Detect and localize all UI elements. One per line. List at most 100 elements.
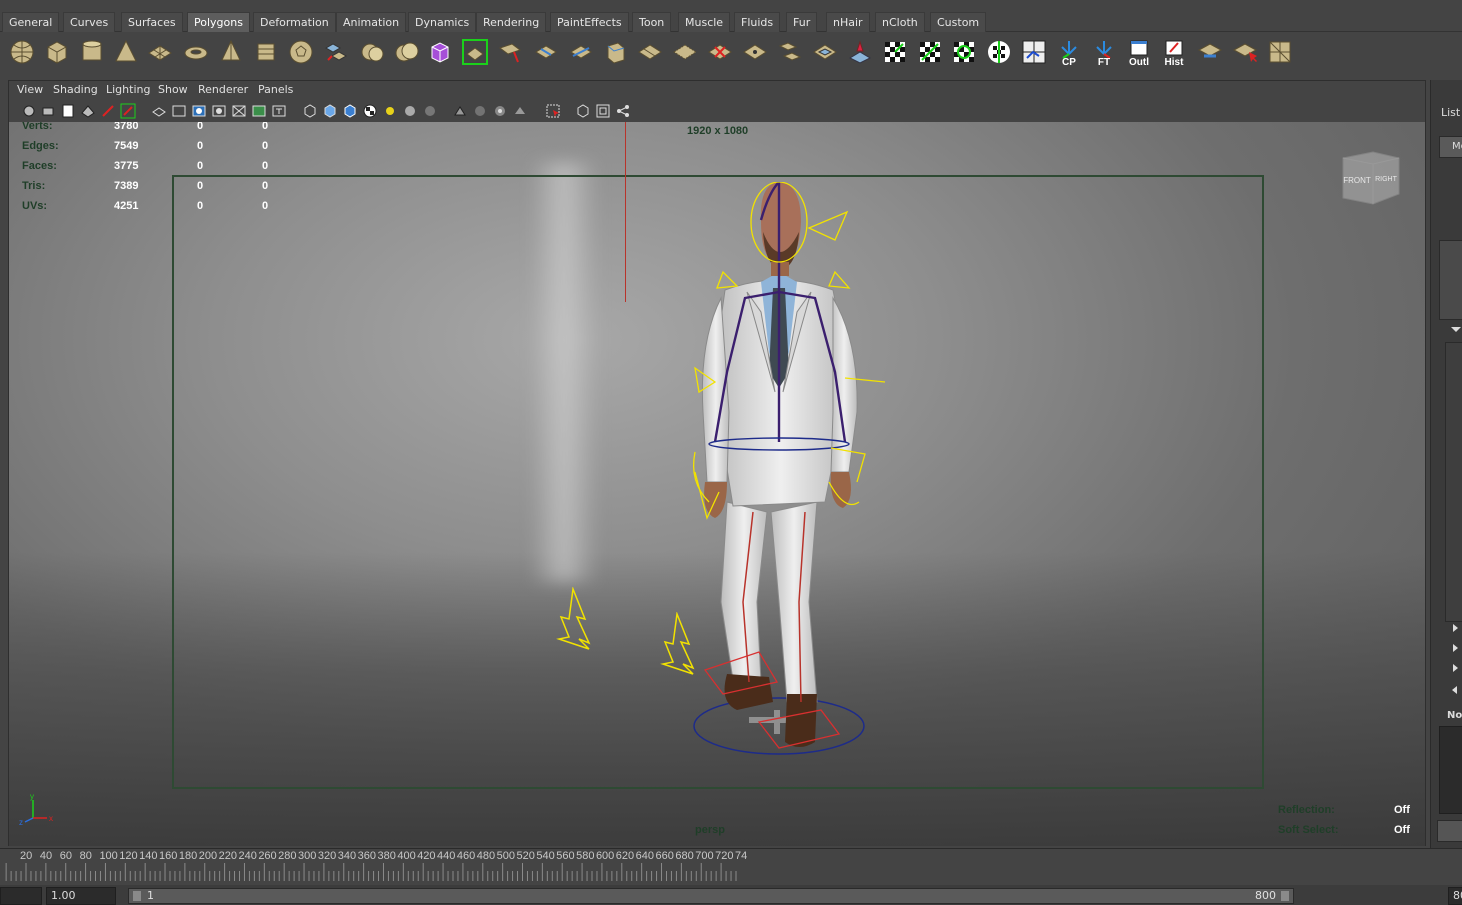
- four-view-icon[interactable]: [595, 103, 611, 119]
- resolution-gate-icon[interactable]: [191, 103, 207, 119]
- shadows-icon[interactable]: [402, 103, 418, 119]
- ik-control-left[interactable]: [555, 587, 595, 651]
- wireframe-shade-icon[interactable]: [302, 103, 318, 119]
- expand-arrow-icon[interactable]: [1445, 660, 1462, 676]
- use-all-lights-icon[interactable]: [382, 103, 398, 119]
- xray-icon[interactable]: [472, 103, 488, 119]
- tab-toon[interactable]: Toon: [632, 12, 672, 32]
- outliner-shelf-button[interactable]: Outl: [1123, 36, 1155, 68]
- menu-lighting[interactable]: Lighting: [106, 83, 150, 96]
- view-cube[interactable]: FRONT RIGHT: [1339, 148, 1403, 206]
- cp-shelf-button[interactable]: CP: [1053, 36, 1085, 68]
- field-chart-icon[interactable]: [231, 103, 247, 119]
- tab-muscle[interactable]: Muscle: [678, 12, 731, 32]
- textured-icon[interactable]: [362, 103, 378, 119]
- tab-polygons[interactable]: Polygons: [187, 12, 250, 32]
- isolate-select-icon[interactable]: [452, 103, 468, 119]
- ambient-occlusion-icon[interactable]: [422, 103, 438, 119]
- tab-custom[interactable]: Custom: [930, 12, 987, 32]
- select-tool-icon[interactable]: [1229, 36, 1261, 68]
- smooth-shade-icon[interactable]: [322, 103, 338, 119]
- dropdown-arrow-icon[interactable]: [1445, 320, 1462, 338]
- cut-faces-icon[interactable]: [669, 36, 701, 68]
- safe-action-icon[interactable]: [251, 103, 267, 119]
- bridge-icon[interactable]: [494, 36, 526, 68]
- xray-joints-icon[interactable]: [492, 103, 508, 119]
- extrude-icon[interactable]: [459, 36, 491, 68]
- image-plane-icon[interactable]: [80, 103, 96, 119]
- grease-pencil-icon[interactable]: [120, 103, 136, 119]
- ft-shelf-button[interactable]: FT: [1088, 36, 1120, 68]
- playback-end-field[interactable]: 80: [1448, 887, 1462, 905]
- film-gate-icon[interactable]: [171, 103, 187, 119]
- transfer-attributes-icon[interactable]: [1194, 36, 1226, 68]
- single-view-icon[interactable]: [575, 103, 591, 119]
- tab-ncloth[interactable]: nCloth: [875, 12, 925, 32]
- scroll-left-icon[interactable]: [1445, 682, 1462, 698]
- smooth-proxy-icon[interactable]: [424, 36, 456, 68]
- bevel-icon[interactable]: [600, 36, 632, 68]
- history-shelf-button[interactable]: Hist: [1158, 36, 1190, 68]
- poly-cylinder-icon[interactable]: [76, 36, 108, 68]
- cylindrical-map-icon[interactable]: [948, 36, 980, 68]
- poly-sphere-icon[interactable]: [6, 36, 38, 68]
- merge-icon[interactable]: [704, 36, 736, 68]
- range-slider[interactable]: 1 800: [128, 888, 1294, 904]
- safe-title-icon[interactable]: [271, 103, 287, 119]
- menu-renderer[interactable]: Renderer: [198, 83, 248, 96]
- notes-field[interactable]: [1439, 726, 1462, 814]
- poly-cone-icon[interactable]: [110, 36, 142, 68]
- extract-icon[interactable]: [774, 36, 806, 68]
- tab-general[interactable]: General: [2, 12, 60, 32]
- camera-attributes-icon[interactable]: [41, 103, 57, 119]
- expand-arrow-icon[interactable]: [1445, 640, 1462, 656]
- time-slider[interactable]: 20 40 60 80 100 120 140 160 180 200 220 240 260 280 30…: [0, 848, 1462, 881]
- hypergraph-icon[interactable]: [615, 103, 631, 119]
- insert-edge-icon[interactable]: [634, 36, 666, 68]
- append-icon[interactable]: [530, 36, 562, 68]
- poly-prism-icon[interactable]: [215, 36, 247, 68]
- 2d-pan-zoom-icon[interactable]: [100, 103, 116, 119]
- separate-icon[interactable]: [356, 36, 388, 68]
- range-end-handle[interactable]: [1281, 891, 1289, 901]
- expand-arrow-icon[interactable]: [1445, 620, 1462, 636]
- menu-shading[interactable]: Shading: [53, 83, 98, 96]
- tab-painteffects[interactable]: PaintEffects: [550, 12, 629, 32]
- list-menu[interactable]: List: [1441, 106, 1460, 119]
- tab-deformation[interactable]: Deformation: [253, 12, 336, 32]
- wire-on-shaded-icon[interactable]: [342, 103, 358, 119]
- bookmarks-icon[interactable]: [60, 103, 76, 119]
- poly-cube-icon[interactable]: [41, 36, 73, 68]
- menu-panels[interactable]: Panels: [258, 83, 293, 96]
- persp-viewport[interactable]: Verts: 3780 0 0 Edges: 7549 0 0 Faces: 3…: [9, 122, 1425, 846]
- anim-start-field[interactable]: [0, 887, 42, 905]
- tab-dynamics[interactable]: Dynamics: [408, 12, 477, 32]
- split-icon[interactable]: [565, 36, 597, 68]
- spherical-map-icon[interactable]: [983, 36, 1015, 68]
- combine-icon[interactable]: [320, 36, 352, 68]
- menu-show[interactable]: Show: [158, 83, 188, 96]
- tab-fluids[interactable]: Fluids: [734, 12, 781, 32]
- tab-fur[interactable]: Fur: [786, 12, 818, 32]
- select-highlight-icon[interactable]: [545, 103, 561, 119]
- ik-control-right[interactable]: [659, 612, 699, 676]
- duplicate-face-icon[interactable]: [809, 36, 841, 68]
- poly-torus-icon[interactable]: [180, 36, 212, 68]
- tab-rendering[interactable]: Rendering: [476, 12, 547, 32]
- right-panel-button[interactable]: [1437, 820, 1462, 842]
- collapse-icon[interactable]: [739, 36, 771, 68]
- backface-culling-icon[interactable]: [512, 103, 528, 119]
- me-button[interactable]: Me: [1439, 136, 1462, 158]
- character-model[interactable]: [649, 182, 909, 782]
- uv-checker-icon[interactable]: [879, 36, 911, 68]
- boolean-icon[interactable]: [391, 36, 423, 68]
- tab-curves[interactable]: Curves: [63, 12, 116, 32]
- wireframe-icon[interactable]: [151, 103, 167, 119]
- gate-mask-icon[interactable]: [211, 103, 227, 119]
- poly-plane-icon[interactable]: [144, 36, 176, 68]
- uv-editor-icon[interactable]: [1264, 36, 1296, 68]
- tab-surfaces[interactable]: Surfaces: [121, 12, 183, 32]
- playback-start-field[interactable]: 1.00: [46, 887, 116, 905]
- poly-pipe-icon[interactable]: [250, 36, 282, 68]
- menu-view[interactable]: View: [17, 83, 43, 96]
